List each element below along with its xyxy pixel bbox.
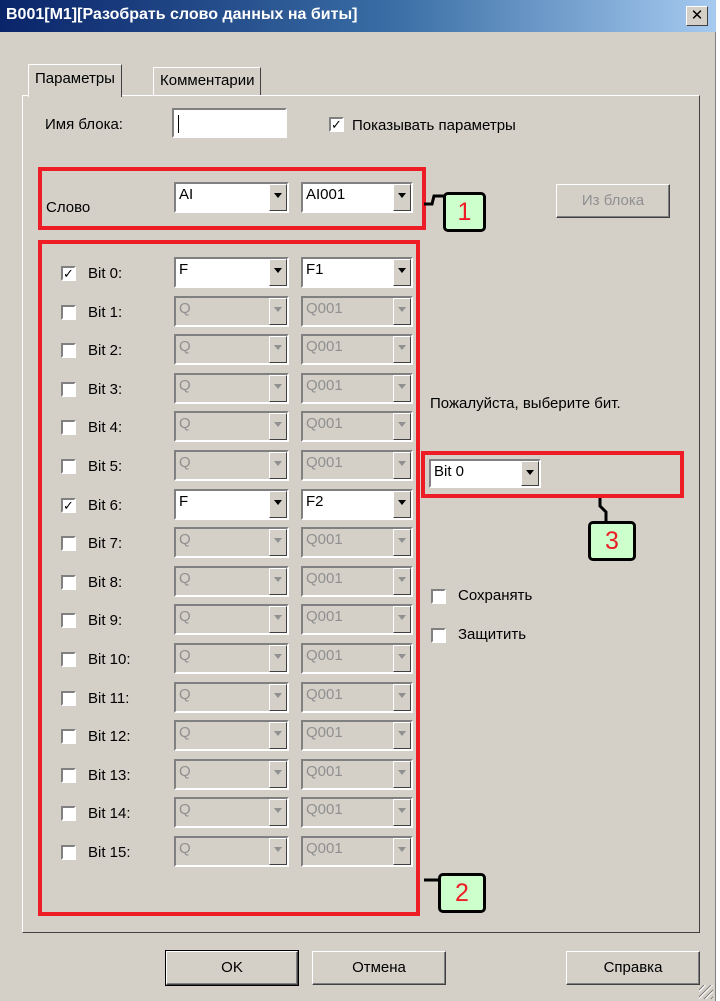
window-title: B001[M1][Разобрать слово данных на биты] bbox=[6, 6, 358, 23]
highlight-box-bit-select bbox=[421, 451, 684, 498]
tab-parameters-label: Параметры bbox=[35, 70, 115, 87]
select-bit-prompt: Пожалуйста, выберите бит. bbox=[430, 395, 621, 412]
resize-grip-icon[interactable] bbox=[699, 985, 713, 999]
title-bar[interactable]: B001[M1][Разобрать слово данных на биты]… bbox=[0, 0, 716, 32]
tab-comments-label: Комментарии bbox=[160, 72, 255, 89]
close-icon: ✕ bbox=[690, 7, 704, 24]
highlight-box-bits bbox=[38, 240, 420, 916]
block-name-label: Имя блока: bbox=[45, 116, 123, 133]
callout-2-pointer bbox=[424, 878, 440, 882]
close-button[interactable]: ✕ bbox=[686, 6, 708, 26]
tab-comments[interactable]: Комментарии bbox=[153, 67, 262, 95]
callout-2: 2 bbox=[438, 873, 486, 913]
dialog-window: B001[M1][Разобрать слово данных на биты]… bbox=[0, 0, 716, 1001]
callout-3-pointer bbox=[598, 498, 608, 522]
tab-parameters[interactable]: Параметры bbox=[28, 64, 122, 97]
text-caret bbox=[178, 115, 179, 133]
protect-checkbox[interactable] bbox=[431, 628, 446, 643]
retain-checkbox[interactable] bbox=[431, 589, 446, 604]
highlight-box-word bbox=[38, 167, 426, 230]
block-name-input[interactable] bbox=[172, 108, 287, 138]
retain-label: Сохранять bbox=[458, 587, 533, 604]
ok-button[interactable]: OK bbox=[165, 950, 299, 986]
protect-label: Защитить bbox=[458, 626, 527, 643]
cancel-button[interactable]: Отмена bbox=[312, 951, 446, 985]
help-button[interactable]: Справка bbox=[566, 951, 700, 985]
callout-1-pointer bbox=[424, 194, 446, 206]
show-params-label: Показывать параметры bbox=[352, 117, 516, 134]
callout-3: 3 bbox=[588, 521, 636, 561]
from-block-button[interactable]: Из блока bbox=[556, 184, 670, 218]
show-params-checkbox[interactable]: ✓ bbox=[329, 117, 344, 132]
